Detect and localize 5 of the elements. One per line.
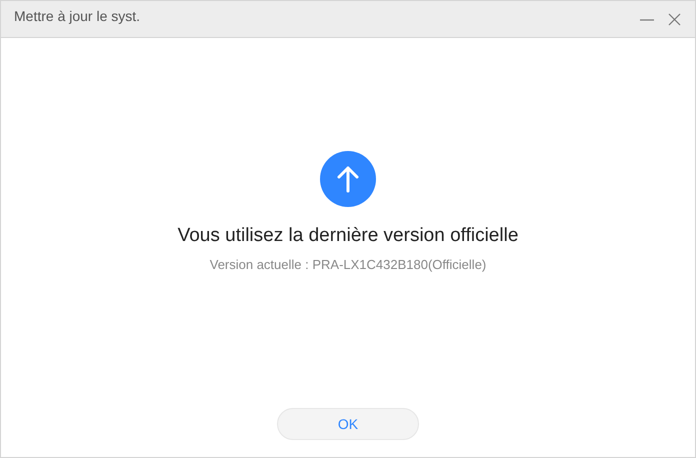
version-text: Version actuelle : PRA-LX1C432B180(Officielle) xyxy=(210,257,486,272)
status-heading: Vous utilisez la dernière version officielle xyxy=(178,225,518,247)
close-icon[interactable] xyxy=(668,12,681,26)
ok-button[interactable]: OK xyxy=(277,408,419,440)
window-title: Mettre à jour le syst. xyxy=(14,8,142,24)
